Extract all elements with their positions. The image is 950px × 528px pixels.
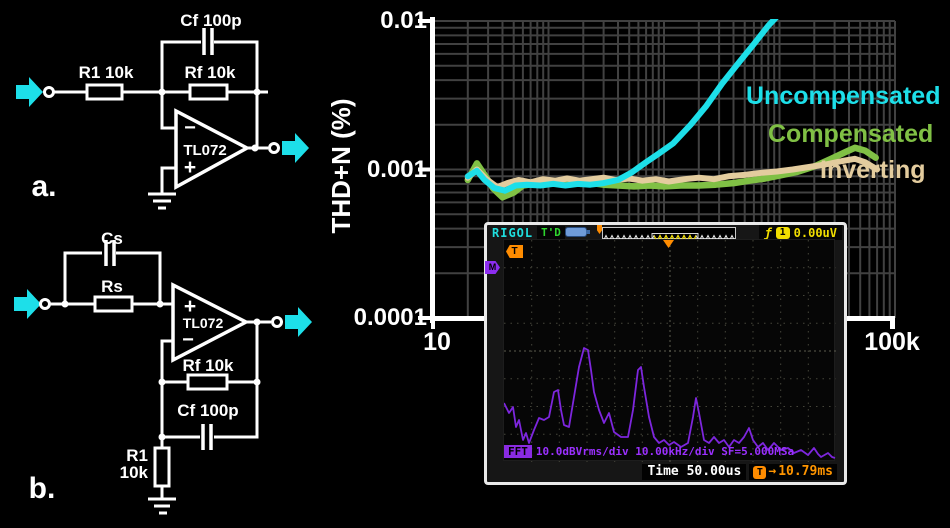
ground-symbol-b [148, 499, 176, 513]
legend-uncompensated: Uncompensated [746, 82, 940, 111]
figure-label-b: b. [29, 472, 56, 505]
scope-brand: RIGOL [492, 226, 533, 240]
offset-value: 10.79ms [778, 464, 833, 480]
trigger-status: T'D [537, 226, 565, 239]
label-cf-b: Cf 100p [177, 401, 238, 420]
waveform-preview-strip [602, 227, 736, 239]
y-tick-0.001: 0.001 [317, 157, 427, 183]
x-tick-10: 10 [407, 328, 467, 357]
fft-badge: FFT [504, 445, 532, 458]
trigger-readout: ƒ 1 0.00uV [759, 225, 842, 240]
timebase-readout: Time 50.00us [642, 464, 746, 480]
scope-screen: T FFT 10.0dBVrms/div 10.00kHz/div SF=5.0… [503, 239, 835, 461]
trigger-position-icon [663, 240, 674, 248]
trigger-slope-icon: ƒ [764, 226, 771, 240]
channel-badge: 1 [776, 227, 790, 239]
scope-bottom-bar: Time 50.00us T → 10.79ms [642, 464, 837, 480]
thdn-comparison-infographic: { "colors": { "accent_cyan": "#1ddfe9", … [0, 0, 950, 528]
trigger-offset-readout: T → 10.79ms [749, 464, 837, 480]
fft-readout: FFT 10.0dBVrms/div 10.00kHz/div SF=5.000… [504, 444, 794, 458]
label-r1-value-b: 10k [120, 463, 149, 482]
usb-icon [565, 227, 587, 237]
scope-header: RIGOL T'D ƒ 1 0.00uV [487, 225, 844, 240]
y-tick-0.01: 0.01 [317, 8, 427, 34]
capacitor-cf-b [203, 424, 211, 450]
t-offset-icon: T [753, 466, 766, 479]
offset-arrow-icon: → [768, 464, 776, 480]
fft-settings: 10.0dBVrms/div 10.00kHz/div SF=5.000MSa [536, 445, 794, 458]
oscilloscope-inset: RIGOL T'D ƒ 1 0.00uV T FFT 10.0dBVrms/di… [484, 222, 847, 485]
math-channel-marker: M [485, 261, 500, 274]
legend-compensated: Compensated [768, 120, 933, 149]
resistor-r1-b [155, 448, 169, 486]
legend-inverting: Inverting [820, 156, 926, 185]
x-tick-100k: 100k [847, 328, 937, 357]
trigger-level: 0.00uV [794, 226, 837, 240]
